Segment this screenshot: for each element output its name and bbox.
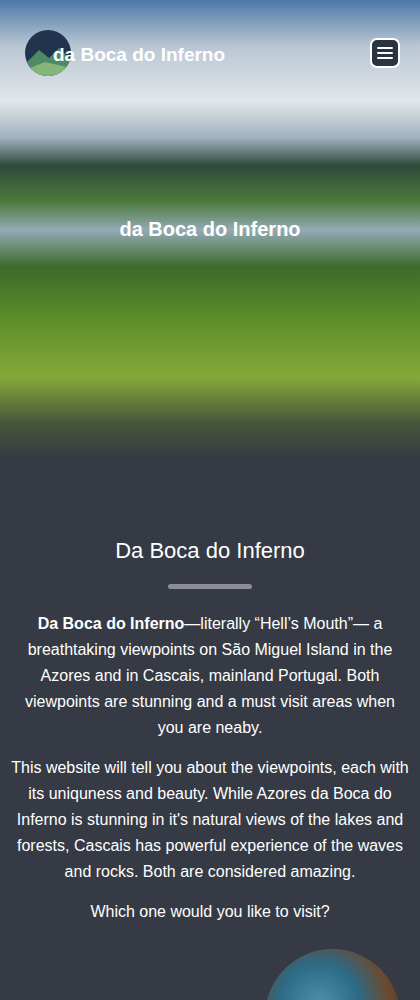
hero: da Boca do Inferno da Boca do Inferno: [0, 0, 420, 460]
intro-paragraph: Da Boca do Inferno—literally “Hell’s Mou…: [10, 611, 410, 741]
intro-heading: Da Boca do Inferno: [10, 538, 410, 564]
page: da Boca do Inferno da Boca do Inferno Da B…: [0, 0, 420, 1000]
menu-button[interactable]: [370, 38, 400, 68]
brand-link[interactable]: da Boca do Inferno: [25, 33, 225, 76]
divider: [168, 584, 252, 589]
intro-paragraph: This website will tell you about the vie…: [10, 755, 410, 885]
intro-section: Da Boca do Inferno Da Boca do Inferno—lit…: [0, 460, 420, 1000]
viewpoint-photo[interactable]: [265, 949, 400, 1000]
intro-paragraph: Which one would you like to visit?: [10, 899, 410, 925]
hamburger-icon: [376, 45, 394, 61]
site-header: da Boca do Inferno: [0, 0, 420, 100]
logo-text: da Boca do Inferno: [53, 44, 225, 66]
hero-title: da Boca do Inferno: [119, 218, 300, 241]
